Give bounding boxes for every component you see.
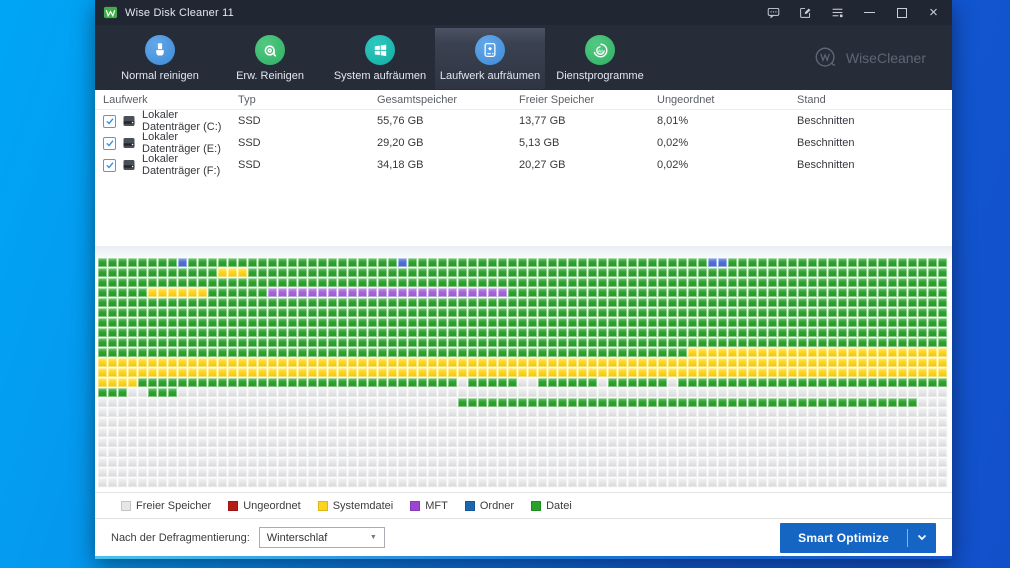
smart-optimize-split-button: Smart Optimize <box>780 522 936 553</box>
table-row[interactable]: Lokaler Datenträger (C:) SSD 55,76 GB 13… <box>95 109 952 133</box>
drive-frei: 13,77 GB <box>519 115 566 127</box>
drive-gesamt: 55,76 GB <box>377 115 424 127</box>
wisecleaner-w-icon <box>815 47 836 67</box>
legend-label: Datei <box>546 499 572 512</box>
col-stand[interactable]: Stand <box>797 94 952 106</box>
drive-name: Lokaler Datenträger (F:) <box>142 153 221 177</box>
folder-swatch <box>464 500 475 511</box>
drive-stand: Beschnitten <box>797 159 855 171</box>
tab-label: Normal reinigen <box>121 70 199 82</box>
tab-label: Laufwerk aufräumen <box>439 70 541 82</box>
drive-icon <box>123 160 135 170</box>
drive-ungeordnet: 0,02% <box>657 159 689 171</box>
disk-icon <box>475 35 505 65</box>
legend-label: Ungeordnet <box>243 499 301 512</box>
drive-checkbox[interactable] <box>103 158 116 172</box>
drive-typ: SSD <box>238 115 261 127</box>
tab-dienstprogramme[interactable]: AI Dienstprogramme <box>545 28 655 89</box>
drive-icon <box>123 138 135 148</box>
drive-icon <box>123 116 135 126</box>
drive-name: Lokaler Datenträger (C:) <box>142 109 222 133</box>
brush-icon <box>145 35 175 65</box>
col-gesamtspeicher[interactable]: Gesamtspeicher <box>377 94 519 106</box>
col-ungeordnet[interactable]: Ungeordnet <box>657 94 797 106</box>
legend-label: Systemdatei <box>332 499 394 512</box>
col-freier-speicher[interactable]: Freier Speicher <box>519 94 657 106</box>
legend-label: Freier Speicher <box>136 499 212 512</box>
defrag-map-panel <box>95 246 952 488</box>
table-header: Laufwerk Typ Gesamtspeicher Freier Speic… <box>95 90 952 110</box>
advanced-clean-icon <box>255 35 285 65</box>
feedback-icon[interactable] <box>767 6 780 19</box>
chevron-down-icon <box>917 534 927 541</box>
nav-bar: Normal reinigen Erw. Reinigen System auf… <box>95 25 952 90</box>
after-defrag-select[interactable]: Winterschlaf ▼ <box>258 527 385 548</box>
drive-gesamt: 29,20 GB <box>377 137 424 149</box>
map-legend: Freier Speicher Ungeordnet Systemdatei M… <box>95 492 952 518</box>
svg-text:AI: AI <box>597 48 603 54</box>
fragmented-swatch <box>228 500 239 511</box>
legend-item: Systemdatei <box>317 499 394 512</box>
drive-frei: 20,27 GB <box>519 159 566 171</box>
drive-frei: 5,13 GB <box>519 137 560 149</box>
desktop: { "titlebar": { "title": "Wise Disk Clea… <box>0 0 1010 568</box>
select-arrow-icon: ▼ <box>369 534 377 541</box>
window-accent-border <box>95 556 952 559</box>
col-laufwerk[interactable]: Laufwerk <box>95 94 238 106</box>
drive-checkbox[interactable] <box>103 114 116 128</box>
system-file-swatch <box>317 500 328 511</box>
tab-label: System aufräumen <box>333 70 427 82</box>
drive-ungeordnet: 8,01% <box>657 115 689 127</box>
brand-text: WiseCleaner <box>845 49 926 66</box>
main-content: Laufwerk Typ Gesamtspeicher Freier Speic… <box>95 90 952 559</box>
legend-item: Datei <box>531 500 572 512</box>
app-window: Wise Disk Cleaner 11 × Normal reinigen E… <box>95 0 952 559</box>
tab-normal-reinigen[interactable]: Normal reinigen <box>105 28 215 89</box>
close-button[interactable]: × <box>927 5 940 20</box>
wisecleaner-logo: WiseCleaner <box>813 45 926 71</box>
defrag-block-map <box>98 258 949 488</box>
legend-label: MFT <box>425 499 448 512</box>
tab-label: Erw. Reinigen <box>236 70 304 82</box>
legend-label: Ordner <box>479 499 515 512</box>
file-swatch <box>531 500 542 511</box>
edit-icon[interactable] <box>799 6 812 19</box>
select-value: Winterschlaf <box>266 531 328 544</box>
legend-item: Freier Speicher <box>121 500 211 512</box>
window-title: Wise Disk Cleaner 11 <box>125 6 234 19</box>
utilities-icon: AI <box>585 35 615 65</box>
drive-stand: Beschnitten <box>797 137 855 149</box>
tab-system-aufraeumen[interactable]: System aufräumen <box>325 28 435 89</box>
drive-typ: SSD <box>238 137 261 149</box>
footer-bar: Nach der Defragmentierung: Winterschlaf … <box>95 518 952 556</box>
free-space-swatch <box>121 500 131 511</box>
drive-checkbox[interactable] <box>103 136 116 150</box>
drive-stand: Beschnitten <box>797 115 855 127</box>
menu-icon[interactable] <box>831 6 844 19</box>
table-row[interactable]: Lokaler Datenträger (E:) SSD 29,20 GB 5,… <box>95 131 952 155</box>
tab-erw-reinigen[interactable]: Erw. Reinigen <box>215 28 325 89</box>
windows-icon <box>365 35 395 65</box>
minimize-button[interactable] <box>863 6 876 19</box>
app-icon <box>103 6 118 19</box>
titlebar: Wise Disk Cleaner 11 × <box>95 0 952 25</box>
legend-item: MFT <box>410 500 448 512</box>
after-defrag-label: Nach der Defragmentierung: <box>111 531 250 544</box>
maximize-button[interactable] <box>895 6 908 19</box>
col-typ[interactable]: Typ <box>238 94 377 106</box>
drive-typ: SSD <box>238 159 261 171</box>
tab-laufwerk-aufraeumen[interactable]: Laufwerk aufräumen <box>435 28 545 89</box>
drive-gesamt: 34,18 GB <box>377 159 424 171</box>
tab-label: Dienstprogramme <box>556 70 644 82</box>
smart-optimize-button[interactable]: Smart Optimize <box>780 523 907 553</box>
table-row[interactable]: Lokaler Datenträger (F:) SSD 34,18 GB 20… <box>95 153 952 177</box>
drive-name: Lokaler Datenträger (E:) <box>142 131 221 155</box>
smart-optimize-dropdown[interactable] <box>908 523 936 553</box>
legend-item: Ordner <box>464 499 515 512</box>
legend-item: Ungeordnet <box>228 500 301 512</box>
map-top-strip <box>95 246 952 258</box>
drive-ungeordnet: 0,02% <box>657 137 689 149</box>
mft-swatch <box>410 500 421 511</box>
